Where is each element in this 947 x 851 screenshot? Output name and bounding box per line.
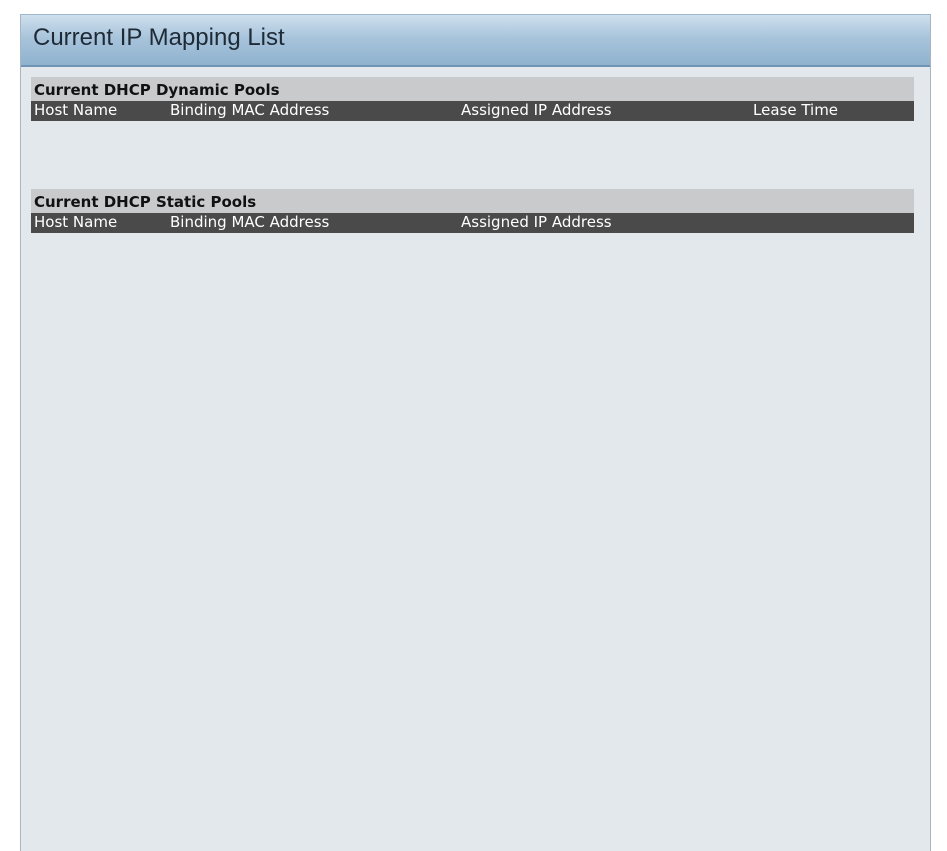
static-pools-section: Current DHCP Static Pools Host Name Bind… [31,189,914,233]
ip-mapping-panel: Current IP Mapping List Current DHCP Dyn… [20,14,931,851]
column-header-binding-mac-address: Binding MAC Address [170,213,330,231]
static-pools-title: Current DHCP Static Pools [31,189,914,213]
column-header-lease-time: Lease Time [753,101,839,119]
dynamic-pools-section: Current DHCP Dynamic Pools Host Name Bin… [31,77,914,121]
dynamic-pools-header-row: Host Name Binding MAC Address Assigned I… [31,101,914,121]
panel-header: Current IP Mapping List [21,14,930,67]
column-header-assigned-ip-address: Assigned IP Address [461,213,612,231]
dynamic-pools-title: Current DHCP Dynamic Pools [31,77,914,101]
column-header-assigned-ip-address: Assigned IP Address [461,101,612,119]
static-pools-header-row: Host Name Binding MAC Address Assigned I… [31,213,914,233]
panel-title: Current IP Mapping List [33,24,285,51]
column-header-host-name: Host Name [34,101,118,119]
column-header-host-name: Host Name [34,213,118,231]
column-header-binding-mac-address: Binding MAC Address [170,101,330,119]
